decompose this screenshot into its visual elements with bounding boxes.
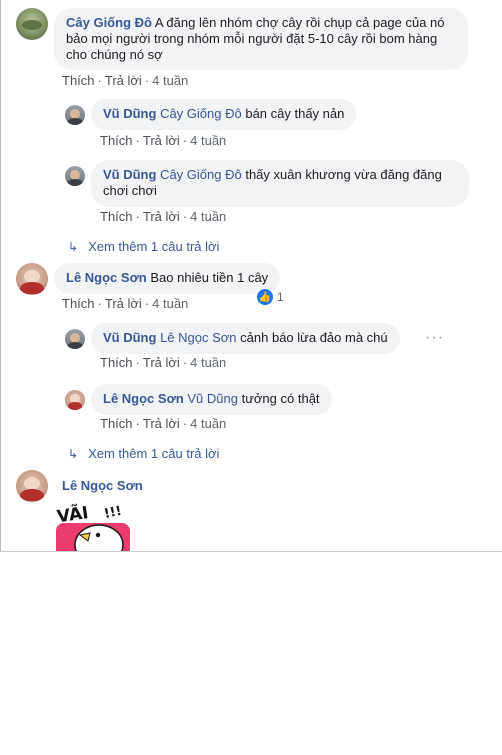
comment-author[interactable]: Lê Ngọc Sơn bbox=[66, 270, 147, 285]
like-link[interactable]: Thích bbox=[62, 296, 95, 311]
sticker-text: VÃI bbox=[55, 501, 89, 527]
like-icon: 👍 bbox=[256, 288, 274, 306]
avatar[interactable] bbox=[65, 105, 85, 125]
avatar[interactable] bbox=[16, 263, 48, 295]
comment-bubble: Vũ Dũng Cây Giống Đô bán cây thấy nản bbox=[91, 99, 357, 130]
timestamp[interactable]: 4 tuần bbox=[190, 355, 226, 370]
avatar[interactable] bbox=[16, 8, 48, 40]
sticker-graphic: VÃI !!! bbox=[55, 501, 130, 552]
comment-bubble: Lê Ngọc Sơn Vũ Dũng tưởng có thật bbox=[91, 384, 332, 415]
reaction-number: 1 bbox=[277, 290, 284, 304]
comment: Lê Ngọc Sơn bbox=[16, 470, 143, 502]
comment-author[interactable]: Lê Ngọc Sơn bbox=[62, 478, 143, 493]
comment-author[interactable]: Vũ Dũng bbox=[103, 167, 156, 182]
like-link[interactable]: Thích bbox=[100, 133, 133, 148]
comment-bubble: Vũ Dũng Cây Giống Đô thấy xuân khương vừ… bbox=[91, 160, 469, 207]
mention-tag[interactable]: Cây Giống Đô bbox=[160, 106, 242, 121]
like-link[interactable]: Thích bbox=[62, 73, 95, 88]
view-more-label: Xem thêm 1 câu trả lời bbox=[88, 446, 220, 461]
comment-author[interactable]: Cây Giống Đô bbox=[66, 15, 152, 30]
comment-actions: Thích · Trả lời · 4 tuần bbox=[100, 209, 227, 224]
avatar[interactable] bbox=[16, 470, 48, 502]
reply-arrow-icon: ↳ bbox=[68, 240, 79, 254]
reply-link[interactable]: Trả lời bbox=[105, 73, 142, 88]
comment-actions: Thích · Trả lời · 4 tuần bbox=[100, 416, 227, 431]
reply: Vũ Dũng Cây Giống Đô bán cây thấy nản bbox=[65, 99, 357, 130]
mention-tag[interactable]: Vũ Dũng bbox=[187, 391, 238, 406]
view-more-replies[interactable]: ↳ Xem thêm 1 câu trả lời bbox=[68, 446, 219, 462]
reaction-count[interactable]: 👍 1 bbox=[256, 288, 284, 306]
view-more-label: Xem thêm 1 câu trả lời bbox=[88, 239, 220, 254]
panel-edge bbox=[0, 0, 1, 552]
comment-thread: Cây Giống Đô A đăng lên nhóm chợ cây rồi… bbox=[0, 0, 502, 552]
comment-author[interactable]: Vũ Dũng bbox=[103, 330, 156, 345]
sticker-exclaim: !!! bbox=[103, 504, 124, 522]
view-more-replies[interactable]: ↳ Xem thêm 1 câu trả lời bbox=[68, 239, 219, 255]
comment-bubble: Lê Ngọc Sơn Bao nhiêu tiền 1 cây bbox=[54, 263, 281, 294]
reply-link[interactable]: Trả lời bbox=[143, 355, 180, 370]
reply-link[interactable]: Trả lời bbox=[143, 209, 180, 224]
comment-actions: Thích · Trả lời · 4 tuần bbox=[100, 133, 227, 148]
comment-actions: Thích · Trả lời · 4 tuần bbox=[62, 73, 189, 88]
reply: Vũ Dũng Lê Ngọc Sơn cảnh báo lừa đảo mà … bbox=[65, 323, 400, 354]
timestamp[interactable]: 4 tuần bbox=[190, 209, 226, 224]
avatar[interactable] bbox=[65, 166, 85, 186]
avatar[interactable] bbox=[65, 390, 85, 410]
comment-text: bán cây thấy nản bbox=[245, 106, 345, 121]
reply-link[interactable]: Trả lời bbox=[143, 416, 180, 431]
reply-link[interactable]: Trả lời bbox=[105, 296, 142, 311]
avatar[interactable] bbox=[65, 329, 85, 349]
reply-link[interactable]: Trả lời bbox=[143, 133, 180, 148]
reply: Vũ Dũng Cây Giống Đô thấy xuân khương vừ… bbox=[65, 160, 469, 207]
reply: Lê Ngọc Sơn Vũ Dũng tưởng có thật bbox=[65, 384, 332, 415]
comment-bubble: Vũ Dũng Lê Ngọc Sơn cảnh báo lừa đảo mà … bbox=[91, 323, 400, 354]
comment-text: Bao nhiêu tiền 1 cây bbox=[150, 270, 269, 285]
like-link[interactable]: Thích bbox=[100, 209, 133, 224]
comment-text: tưởng có thật bbox=[241, 391, 320, 406]
timestamp[interactable]: 4 tuần bbox=[152, 73, 188, 88]
timestamp[interactable]: 4 tuần bbox=[190, 133, 226, 148]
like-link[interactable]: Thích bbox=[100, 355, 133, 370]
comment-author[interactable]: Vũ Dũng bbox=[103, 106, 156, 121]
comment-text: cảnh báo lừa đảo mà chú bbox=[240, 330, 388, 345]
more-options-icon[interactable]: ··· bbox=[425, 329, 444, 347]
timestamp[interactable]: 4 tuần bbox=[190, 416, 226, 431]
timestamp[interactable]: 4 tuần bbox=[152, 296, 188, 311]
panel-bottom-edge bbox=[0, 551, 502, 552]
like-link[interactable]: Thích bbox=[100, 416, 133, 431]
sticker-image[interactable]: VÃI !!! bbox=[54, 501, 140, 552]
mention-tag[interactable]: Cây Giống Đô bbox=[160, 167, 242, 182]
comment-author[interactable]: Lê Ngọc Sơn bbox=[103, 391, 184, 406]
reply-arrow-icon: ↳ bbox=[68, 447, 79, 461]
comment-actions: Thích · Trả lời · 4 tuần bbox=[100, 355, 227, 370]
comment: Cây Giống Đô A đăng lên nhóm chợ cây rồi… bbox=[16, 8, 468, 70]
mention-tag[interactable]: Lê Ngọc Sơn bbox=[160, 330, 236, 345]
comment-actions: Thích · Trả lời · 4 tuần bbox=[62, 296, 189, 311]
comment-bubble: Cây Giống Đô A đăng lên nhóm chợ cây rồi… bbox=[54, 8, 468, 70]
comment: Lê Ngọc Sơn Bao nhiêu tiền 1 cây bbox=[16, 263, 281, 295]
